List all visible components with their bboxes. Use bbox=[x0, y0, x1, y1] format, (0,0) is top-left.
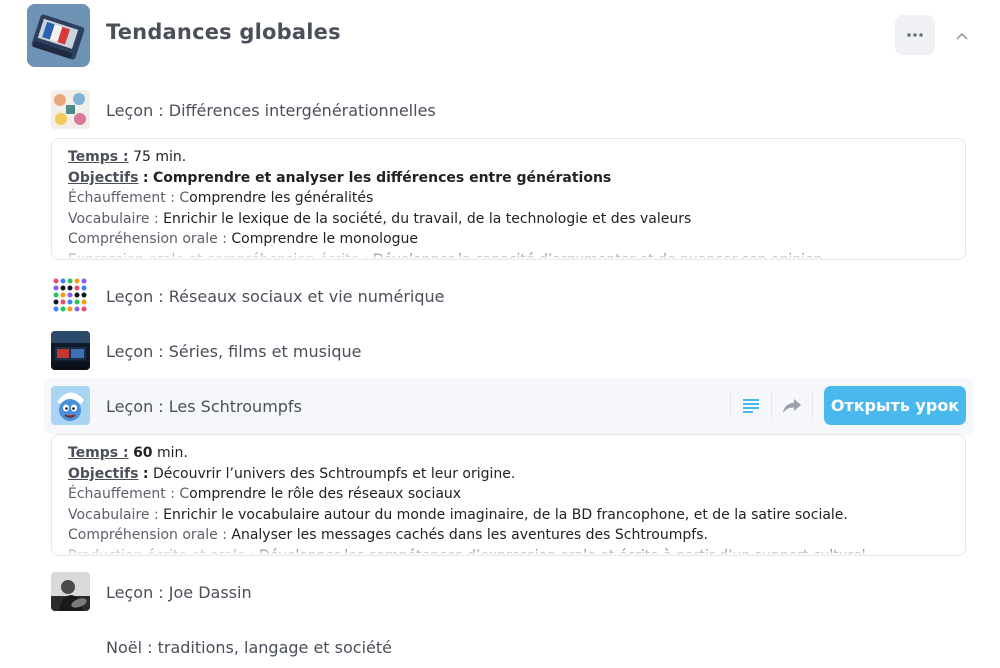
more-icon bbox=[907, 33, 923, 37]
description-button[interactable] bbox=[731, 386, 771, 426]
objectifs-label: Objectifs bbox=[68, 169, 139, 186]
colon: : bbox=[142, 465, 149, 482]
lesson-thumbnail bbox=[51, 572, 90, 611]
colon: : bbox=[142, 169, 149, 186]
comprehension-value: Analyser les messages cachés dans les av… bbox=[231, 527, 708, 544]
echauffement-label: Échauffement : C bbox=[68, 486, 190, 503]
lesson-thumbnail bbox=[51, 386, 90, 425]
comprehension-label: Compréhension orale : bbox=[68, 527, 227, 544]
lesson-thumbnail bbox=[51, 90, 90, 129]
text-lines-icon bbox=[743, 399, 759, 413]
lesson-title: Leçon : Réseaux sociaux et vie numérique bbox=[106, 287, 445, 306]
vocabulaire-label: Vocabulaire : bbox=[68, 210, 159, 227]
comprehension-value: Comprendre le monologue bbox=[231, 231, 419, 248]
open-lesson-button[interactable]: Открыть урок bbox=[824, 386, 966, 425]
lesson-row-differences[interactable]: Leçon : Différences intergénérationnelle… bbox=[44, 82, 974, 138]
lesson-thumbnail bbox=[51, 331, 90, 370]
echauffement-value: omprendre le rôle des réseaux sociaux bbox=[189, 486, 462, 503]
lesson-row-noel[interactable]: Noël : traditions, langage et société bbox=[44, 619, 974, 668]
echauffement-label: Échauffement : C bbox=[68, 190, 190, 207]
lesson-row-joe-dassin[interactable]: Leçon : Joe Dassin bbox=[44, 564, 974, 620]
fade-overlay bbox=[52, 545, 965, 555]
course-title: Tendances globales bbox=[106, 20, 341, 44]
temps-label: Temps : bbox=[68, 445, 129, 461]
lesson-title: Leçon : Les Schtroumpfs bbox=[106, 397, 302, 416]
lesson-row-series[interactable]: Leçon : Séries, films et musique bbox=[44, 323, 974, 379]
objectifs-value: Découvrir l’univers des Schtroumpfs et l… bbox=[152, 465, 516, 482]
course-more-button[interactable] bbox=[895, 15, 935, 55]
temps-value: 60 bbox=[133, 445, 153, 461]
lesson-details-panel: Temps : 75 min. Objectifs : Comprendre e… bbox=[51, 138, 966, 260]
vocabulaire-label: Vocabulaire : bbox=[68, 506, 159, 523]
lesson-thumbnail bbox=[51, 276, 90, 315]
share-icon bbox=[783, 399, 801, 413]
comprehension-label: Compréhension orale : bbox=[68, 231, 227, 248]
lesson-title: Leçon : Séries, films et musique bbox=[106, 342, 362, 361]
objectifs-label: Objectifs bbox=[68, 465, 139, 482]
vocabulaire-value: Enrichir le vocabulaire autour du monde … bbox=[163, 506, 848, 523]
course-thumbnail bbox=[27, 4, 90, 67]
lesson-title: Leçon : Joe Dassin bbox=[106, 583, 252, 602]
temps-unit: min. bbox=[157, 445, 188, 461]
objectifs-value: Comprendre et analyser les différences e… bbox=[152, 169, 612, 186]
lesson-title: Leçon : Différences intergénérationnelle… bbox=[106, 101, 436, 120]
collapse-chevron-button[interactable] bbox=[952, 26, 972, 46]
echauffement-value: omprendre les généralités bbox=[189, 190, 374, 207]
vocabulaire-value: Enrichir le lexique de la société, du tr… bbox=[163, 210, 692, 227]
chevron-up-icon bbox=[956, 32, 968, 40]
temps-label: Temps : bbox=[68, 149, 129, 165]
temps-value: 75 min. bbox=[133, 149, 187, 165]
share-button[interactable] bbox=[772, 386, 812, 426]
fade-overlay bbox=[52, 249, 965, 259]
lesson-row-reseaux[interactable]: Leçon : Réseaux sociaux et vie numérique bbox=[44, 268, 974, 324]
course-header: Tendances globales bbox=[0, 0, 1000, 72]
lesson-title: Noël : traditions, langage et société bbox=[106, 638, 392, 657]
lesson-details-panel: Temps : 60 min. Objectifs : Découvrir l’… bbox=[51, 434, 966, 556]
lesson-row-schtroumpfs[interactable]: Leçon : Les Schtroumpfs Открыть урок bbox=[44, 378, 974, 434]
